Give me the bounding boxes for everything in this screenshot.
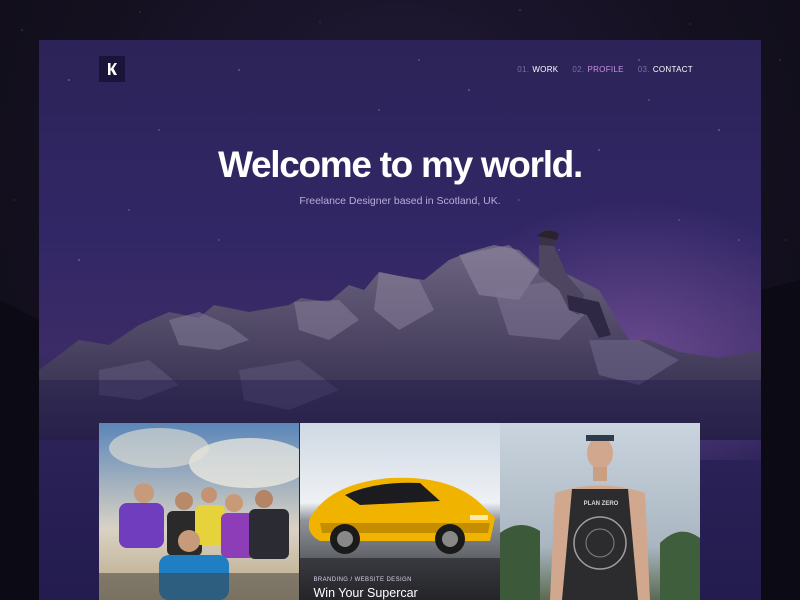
nav-work-number: 01. [517,65,530,74]
nav-work[interactable]: 01. WORK [517,65,558,74]
nav-contact[interactable]: 03. CONTACT [638,65,693,74]
supercar-category: BRANDING / WEBSITE DESIGN [313,577,412,583]
supercar-caption: BRANDING / WEBSITE DESIGN Win Your Super… [314,577,418,600]
supercar-title[interactable]: Win Your Supercar [314,586,418,600]
portfolio-card-group[interactable] [99,423,299,600]
portfolio-grid: BRANDING / WEBSITE DESIGN Win Your Super… [99,423,700,600]
hero-frame: 01. WORK 02. PROFILE 03. CONTACT Welcome… [39,40,761,600]
supercar-image [299,423,500,600]
athlete-image [500,423,700,600]
nav-work-label: WORK [532,65,559,74]
nav-contact-number: 03. [637,65,650,74]
athlete-jersey-text: PLAN ZERO [583,501,619,507]
nav-profile-label: PROFILE [587,65,624,74]
nav-profile-number: 02. [572,65,585,74]
main-nav: 01. WORK 02. PROFILE 03. CONTACT [517,65,693,74]
group-photo-image [99,423,299,600]
rocks-scene [39,229,761,440]
hero-subtitle: Freelance Designer based in Scotland, UK… [299,195,501,207]
logo[interactable] [99,56,125,82]
nav-profile[interactable]: 02. PROFILE [572,65,623,74]
portfolio-card-athlete[interactable]: PLAN ZERO [500,423,700,600]
hero-title: Welcome to my world. [218,144,583,185]
nav-contact-label: CONTACT [652,65,693,74]
logo-mark-icon [108,63,117,75]
portfolio-card-supercar[interactable]: BRANDING / WEBSITE DESIGN Win Your Super… [299,423,500,600]
